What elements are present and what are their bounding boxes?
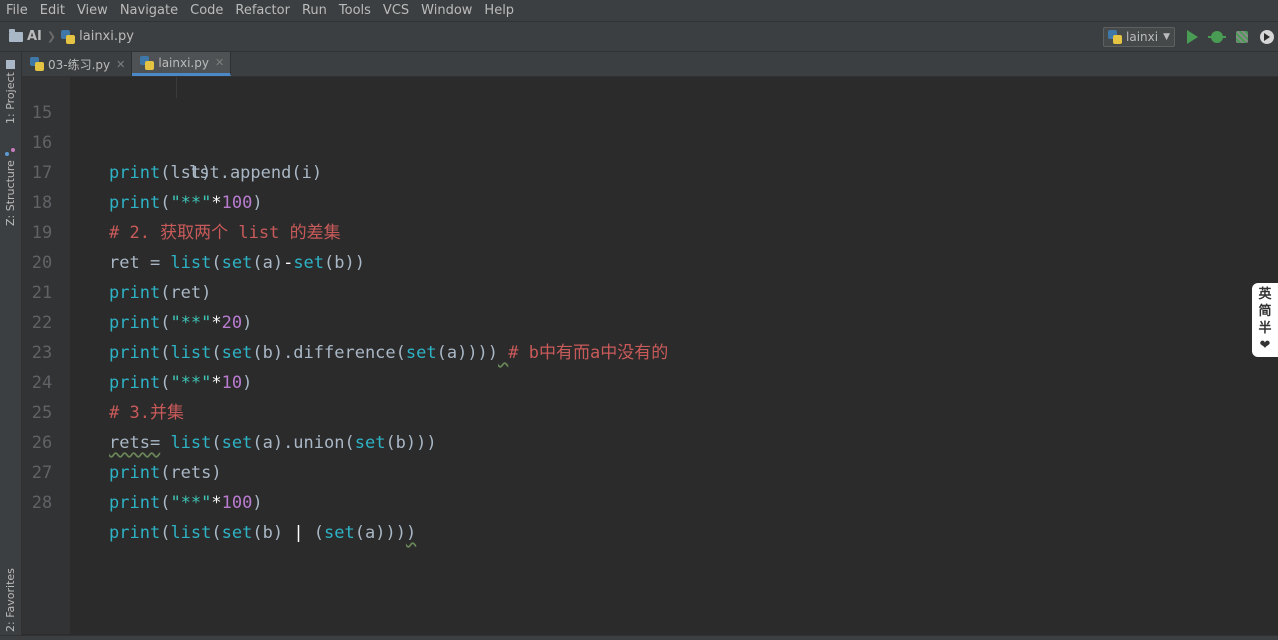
tab-label: lainxi.py — [158, 55, 209, 70]
structure-icon — [6, 146, 16, 156]
code-line: 22 print(list(set(b).difference(set(a)))… — [22, 278, 1278, 363]
code-line: 16 print(lst) — [22, 98, 1278, 183]
indent-guide — [176, 77, 177, 98]
tool-window-structure[interactable]: Z: Structure — [0, 144, 21, 228]
profile-button[interactable] — [1258, 28, 1276, 46]
left-tool-strip: 1: Project Z: Structure 2: Favorites — [0, 52, 22, 635]
tool-window-project[interactable]: 1: Project — [0, 54, 21, 130]
code-line: 26 print(rets) — [22, 398, 1278, 483]
ime-mode-english: 英 — [1258, 287, 1272, 302]
status-bar — [0, 635, 1278, 640]
run-button[interactable] — [1183, 28, 1201, 46]
run-config-name: lainxi — [1126, 29, 1159, 44]
menu-bar: File Edit View Navigate Code Refactor Ru… — [0, 0, 1278, 22]
play-icon — [1186, 29, 1198, 44]
python-file-icon — [140, 55, 155, 70]
breadcrumb-project[interactable]: AI — [27, 29, 42, 44]
tool-window-project-label: 1: Project — [4, 72, 17, 125]
breadcrumb: AI ❯ lainxi.py — [0, 28, 134, 44]
code-line: 17 print("**"*100) — [22, 128, 1278, 213]
code-line: 25 rets= list(set(a).union(set(b))) — [22, 368, 1278, 453]
tab-label: 03-练习.py — [48, 57, 111, 72]
code-text: print(list(set(b) | (set(a)))) — [109, 523, 417, 543]
python-file-icon — [61, 29, 76, 44]
coverage-button[interactable] — [1233, 28, 1251, 46]
debug-button[interactable] — [1208, 28, 1226, 46]
menu-vcs[interactable]: VCS — [377, 0, 415, 21]
code-line: 18 # 2. 获取两个 list 的差集 — [22, 158, 1278, 243]
menu-code[interactable]: Code — [184, 0, 229, 21]
bug-icon — [1208, 30, 1226, 43]
code-text: print("**"*100) — [109, 493, 263, 513]
tab-lainxi[interactable]: lainxi.py ✕ — [132, 52, 232, 76]
ime-mode-simplified: 简 — [1258, 304, 1272, 319]
navigation-bar: AI ❯ lainxi.py lainxi ▼ — [0, 22, 1278, 52]
tool-window-structure-label: Z: Structure — [4, 160, 17, 226]
code-line: 28 print(list(set(b) | (set(a)))) — [22, 458, 1278, 543]
coverage-icon — [1236, 30, 1248, 43]
breadcrumb-file[interactable]: lainxi.py — [79, 29, 134, 44]
chevron-down-icon: ▼ — [1163, 31, 1170, 42]
tool-window-favorites[interactable]: 2: Favorites — [0, 566, 21, 634]
tool-window-favorites-label: 2: Favorites — [4, 568, 17, 632]
run-config-selector[interactable]: lainxi ▼ — [1103, 26, 1175, 47]
ime-status-panel[interactable]: 英 简 半 ❤ — [1252, 283, 1278, 357]
menu-view[interactable]: View — [71, 0, 114, 21]
project-icon — [6, 59, 15, 69]
menu-edit[interactable]: Edit — [34, 0, 71, 21]
menu-help[interactable]: Help — [478, 0, 520, 21]
heart-icon: ❤ — [1259, 338, 1271, 353]
close-icon[interactable]: ✕ — [116, 58, 125, 71]
menu-run[interactable]: Run — [296, 0, 333, 21]
editor-tab-bar: 03-练习.py ✕ lainxi.py ✕ — [22, 52, 1278, 77]
menu-tools[interactable]: Tools — [333, 0, 377, 21]
code-line: 19 ret = list(set(a)-set(b)) — [22, 188, 1278, 273]
menu-file[interactable]: File — [0, 0, 34, 21]
code-line: 20 print(ret) — [22, 218, 1278, 303]
code-line: 15 lst.append(i) — [22, 77, 1278, 183]
chevron-right-icon: ❯ — [46, 30, 57, 43]
line-number: 28 — [31, 493, 53, 513]
tab-03-lianxi[interactable]: 03-练习.py ✕ — [22, 52, 133, 76]
profile-icon — [1260, 29, 1274, 44]
code-line: 24 # 3.并集 — [22, 338, 1278, 423]
run-toolbar: lainxi ▼ — [1103, 22, 1278, 51]
code-editor[interactable]: 15 lst.append(i) 16 print(lst) 17 print(… — [22, 77, 1278, 634]
code-line: 23 print("**"*10) — [22, 308, 1278, 393]
code-line: 21 print("**"*20) — [22, 248, 1278, 333]
menu-navigate[interactable]: Navigate — [114, 0, 184, 21]
python-file-icon — [1108, 29, 1123, 44]
menu-window[interactable]: Window — [415, 0, 478, 21]
folder-icon — [9, 28, 23, 42]
ime-mode-halfwidth: 半 — [1258, 321, 1272, 336]
code-line: 27 print("**"*100) — [22, 428, 1278, 513]
menu-refactor[interactable]: Refactor — [229, 0, 296, 21]
python-file-icon — [30, 57, 44, 71]
close-icon[interactable]: ✕ — [215, 56, 224, 69]
